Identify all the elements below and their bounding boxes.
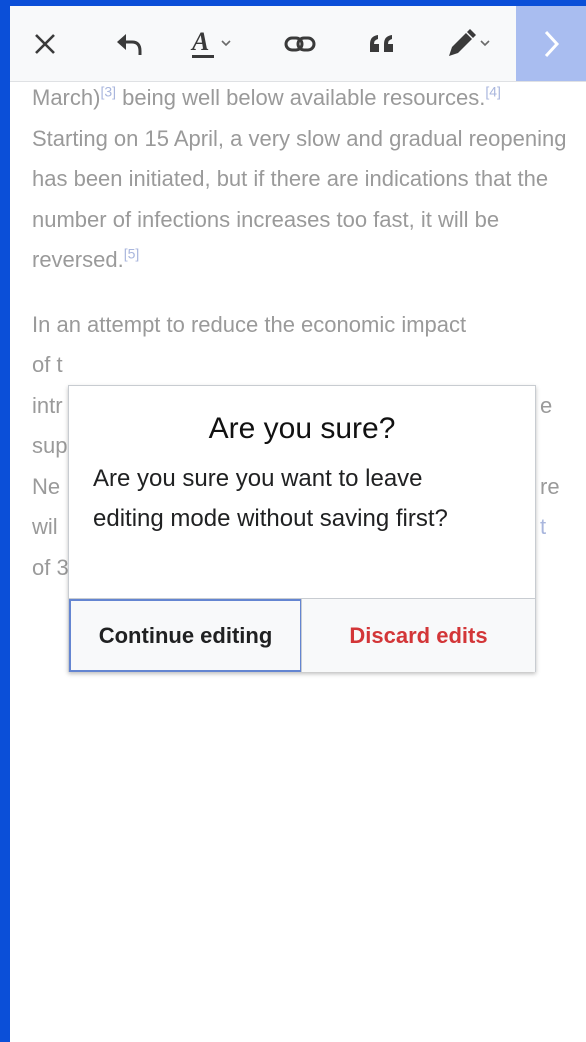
link-button[interactable] (265, 6, 335, 81)
undo-button[interactable] (95, 6, 165, 81)
reference-link[interactable]: [4] (485, 84, 501, 100)
paragraph-line: Ne (32, 473, 61, 499)
article-link-fragment[interactable]: t (540, 507, 546, 548)
insert-button[interactable] (434, 6, 504, 81)
paragraph-text: March) (32, 85, 101, 110)
close-button[interactable] (10, 6, 80, 81)
next-icon (544, 30, 560, 57)
article-paragraph: March)[3] being well below available res… (32, 78, 572, 281)
confirm-leave-dialog: Are you sure? Are you sure you want to l… (68, 385, 536, 672)
paragraph-line: intr (32, 392, 63, 418)
undo-icon (117, 33, 142, 55)
dialog-actions: Continue editing Discard edits (69, 598, 535, 672)
paragraph-text: being well below available resources. (116, 85, 486, 110)
paragraph-line-fragment: e (540, 392, 553, 418)
paragraph-line: In an attempt to reduce the economic imp… (32, 311, 467, 337)
text-style-button[interactable]: A (180, 6, 250, 81)
reference-link[interactable]: [3] (100, 84, 116, 100)
text-style-icon: A (190, 28, 231, 58)
paragraph-line: wil (32, 514, 58, 539)
link-icon (284, 36, 316, 51)
paragraph-line: of t (32, 352, 63, 377)
dialog-message: Are you sure you want to leave editing m… (93, 465, 448, 532)
close-icon (35, 33, 55, 54)
quote-button[interactable] (348, 6, 418, 81)
continue-editing-button[interactable]: Continue editing (69, 599, 302, 672)
paragraph-line-fragment: re (540, 473, 560, 499)
next-button[interactable] (516, 6, 586, 81)
editor-frame: A March)[3] being well below available r… (10, 6, 586, 1042)
svg-text:A: A (190, 28, 209, 56)
editor-toolbar: A (10, 6, 586, 82)
paragraph-text: Starting on 15 April, a very slow and gr… (32, 125, 567, 273)
dialog-title: Are you sure? (208, 412, 396, 445)
reference-link[interactable]: [5] (124, 246, 140, 262)
discard-edits-button[interactable]: Discard edits (302, 599, 535, 672)
quote-icon (370, 34, 393, 52)
insert-icon (449, 28, 490, 56)
